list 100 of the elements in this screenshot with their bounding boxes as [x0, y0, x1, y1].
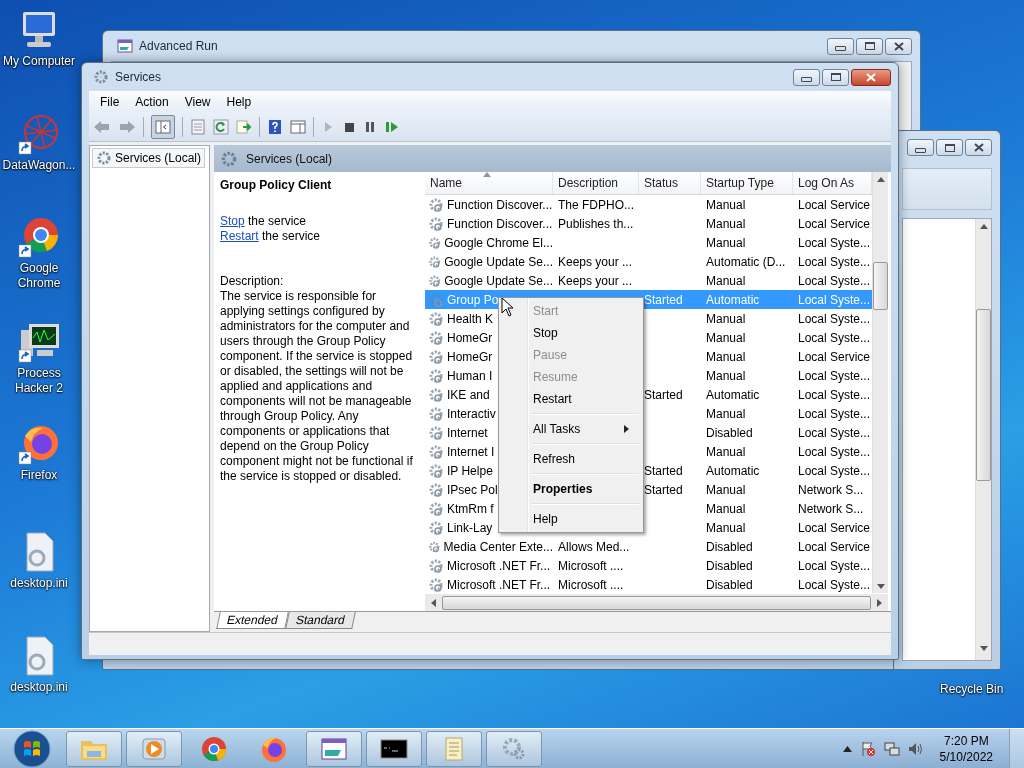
- column-header[interactable]: Status: [639, 172, 701, 194]
- desktop-icon-label[interactable]: Firefox: [20, 468, 58, 483]
- flag-icon[interactable]: [859, 741, 876, 757]
- window-icon[interactable]: [319, 735, 349, 763]
- table-cell[interactable]: Google Chrome El...: [444, 235, 553, 250]
- scroll-left-icon[interactable]: [431, 598, 436, 607]
- desktop-icon-label[interactable]: Google Chrome: [0, 261, 78, 291]
- column-header[interactable]: Startup Type: [701, 172, 793, 194]
- table-cell: Manual: [706, 406, 746, 421]
- table-cell: Local Syste...: [798, 368, 871, 383]
- desktop-icon-label[interactable]: DataWagon...: [2, 158, 76, 173]
- gear-icon: [428, 215, 444, 232]
- desktop-icon-label[interactable]: Process Hacker 2: [0, 366, 78, 396]
- browser-icon[interactable]: [259, 735, 289, 763]
- column-header[interactable]: Name: [425, 172, 553, 194]
- taskbar-button[interactable]: [366, 731, 422, 767]
- pause-icon[interactable]: [363, 119, 377, 134]
- scroll-up-icon[interactable]: [876, 177, 885, 182]
- table-cell[interactable]: HomeGr: [447, 330, 493, 345]
- scrollbar-thumb[interactable]: [873, 262, 888, 310]
- gear-icon: [428, 443, 444, 460]
- clock-time[interactable]: 7:20 PM: [943, 733, 989, 749]
- menu-item[interactable]: All Tasks: [501, 418, 641, 440]
- table-cell: Manual: [706, 330, 746, 345]
- close-button[interactable]: [851, 68, 891, 86]
- table-cell[interactable]: Google Update Se...: [444, 254, 553, 269]
- table-cell: Local Syste...: [798, 406, 871, 421]
- action-link[interactable]: Stop: [220, 214, 245, 228]
- maximize-button[interactable]: [856, 37, 883, 55]
- table-cell[interactable]: Microsoft .NET Fr...: [447, 558, 551, 573]
- show-hidden-icons-icon[interactable]: [842, 746, 852, 752]
- scrollbar-thumb[interactable]: [442, 595, 871, 610]
- table-cell[interactable]: Microsoft .NET Fr...: [447, 577, 551, 592]
- table-cell[interactable]: Interactiv: [447, 406, 496, 421]
- table-cell[interactable]: Link-Lay: [447, 520, 493, 535]
- clock-date[interactable]: 5/10/2022: [939, 749, 993, 765]
- menu-item[interactable]: Restart: [501, 388, 641, 410]
- table-cell: Local Service: [798, 520, 871, 535]
- table-cell[interactable]: Internet I: [447, 444, 495, 459]
- menu-item[interactable]: Action: [127, 92, 177, 111]
- menu-item[interactable]: View: [176, 92, 219, 111]
- desktop-icon-label[interactable]: Recycle Bin: [940, 682, 1004, 697]
- desktop-icon-label[interactable]: My Computer: [3, 54, 75, 69]
- minimize-button[interactable]: [793, 68, 820, 86]
- tree-item[interactable]: Services (Local): [92, 148, 206, 168]
- help-icon[interactable]: [267, 118, 283, 135]
- start-button[interactable]: [12, 729, 52, 768]
- table-cell[interactable]: Human I: [447, 368, 493, 383]
- column-header[interactable]: Description: [553, 172, 639, 194]
- table-cell: Allows Med...: [558, 539, 630, 554]
- scrollbar-thumb[interactable]: [976, 309, 991, 481]
- table-cell[interactable]: IKE and: [447, 387, 490, 402]
- table-cell[interactable]: Media Center Exte...: [443, 539, 553, 554]
- table-cell[interactable]: Google Update Se...: [444, 273, 553, 288]
- media-player-icon[interactable]: [139, 735, 169, 763]
- table-cell: Manual: [706, 216, 746, 231]
- browser-icon[interactable]: [199, 735, 229, 763]
- menu-item[interactable]: Help: [218, 92, 260, 111]
- browser-icon[interactable]: [17, 215, 61, 259]
- maximize-button[interactable]: [822, 68, 849, 86]
- maximize-button[interactable]: [936, 139, 963, 156]
- menu-item[interactable]: File: [92, 92, 128, 111]
- gear-icon: [428, 519, 444, 536]
- view-tab[interactable]: Standard: [284, 612, 356, 629]
- scroll-right-icon[interactable]: [877, 598, 882, 607]
- minimize-button[interactable]: [827, 37, 854, 55]
- view-tab[interactable]: Extended: [216, 612, 289, 629]
- table-cell[interactable]: Health K: [447, 311, 494, 326]
- menu-item[interactable]: Properties: [501, 478, 641, 500]
- minimize-button[interactable]: [907, 139, 934, 156]
- menu-item[interactable]: Help: [501, 508, 641, 530]
- menu-item[interactable]: Stop: [501, 322, 641, 344]
- scroll-up-icon[interactable]: [979, 224, 988, 229]
- table-cell[interactable]: Function Discover...: [447, 197, 553, 212]
- gear-icon: [93, 69, 109, 85]
- menu-item[interactable]: Refresh: [501, 448, 641, 470]
- table-cell: Manual: [706, 349, 746, 364]
- table-cell[interactable]: HomeGr: [447, 349, 493, 364]
- table-cell: Local Service: [798, 216, 871, 231]
- table-cell: Local Syste...: [798, 463, 871, 478]
- table-cell[interactable]: Function Discover...: [447, 216, 553, 231]
- pane-icon[interactable]: [290, 118, 306, 135]
- export-icon[interactable]: [236, 118, 252, 135]
- table-cell[interactable]: IP Helpe: [447, 463, 493, 478]
- scroll-down-icon[interactable]: [979, 646, 988, 651]
- resume-icon[interactable]: [384, 119, 400, 134]
- network-icon[interactable]: [17, 112, 61, 156]
- volume-icon[interactable]: [907, 741, 924, 757]
- table-cell[interactable]: IPsec Pol: [447, 482, 498, 497]
- table-cell: Manual: [706, 501, 746, 516]
- desktop-icon-label[interactable]: desktop.ini: [10, 576, 68, 591]
- network-icon[interactable]: [883, 741, 900, 757]
- close-button[interactable]: [965, 139, 992, 156]
- tree-toggle-button[interactable]: [151, 114, 175, 139]
- table-cell[interactable]: Internet: [447, 425, 488, 440]
- close-button[interactable]: [885, 37, 912, 55]
- table-cell[interactable]: KtmRm f: [447, 501, 494, 516]
- action-link[interactable]: Restart: [220, 229, 259, 243]
- scroll-down-icon[interactable]: [876, 584, 885, 589]
- refresh-icon[interactable]: [213, 118, 229, 135]
